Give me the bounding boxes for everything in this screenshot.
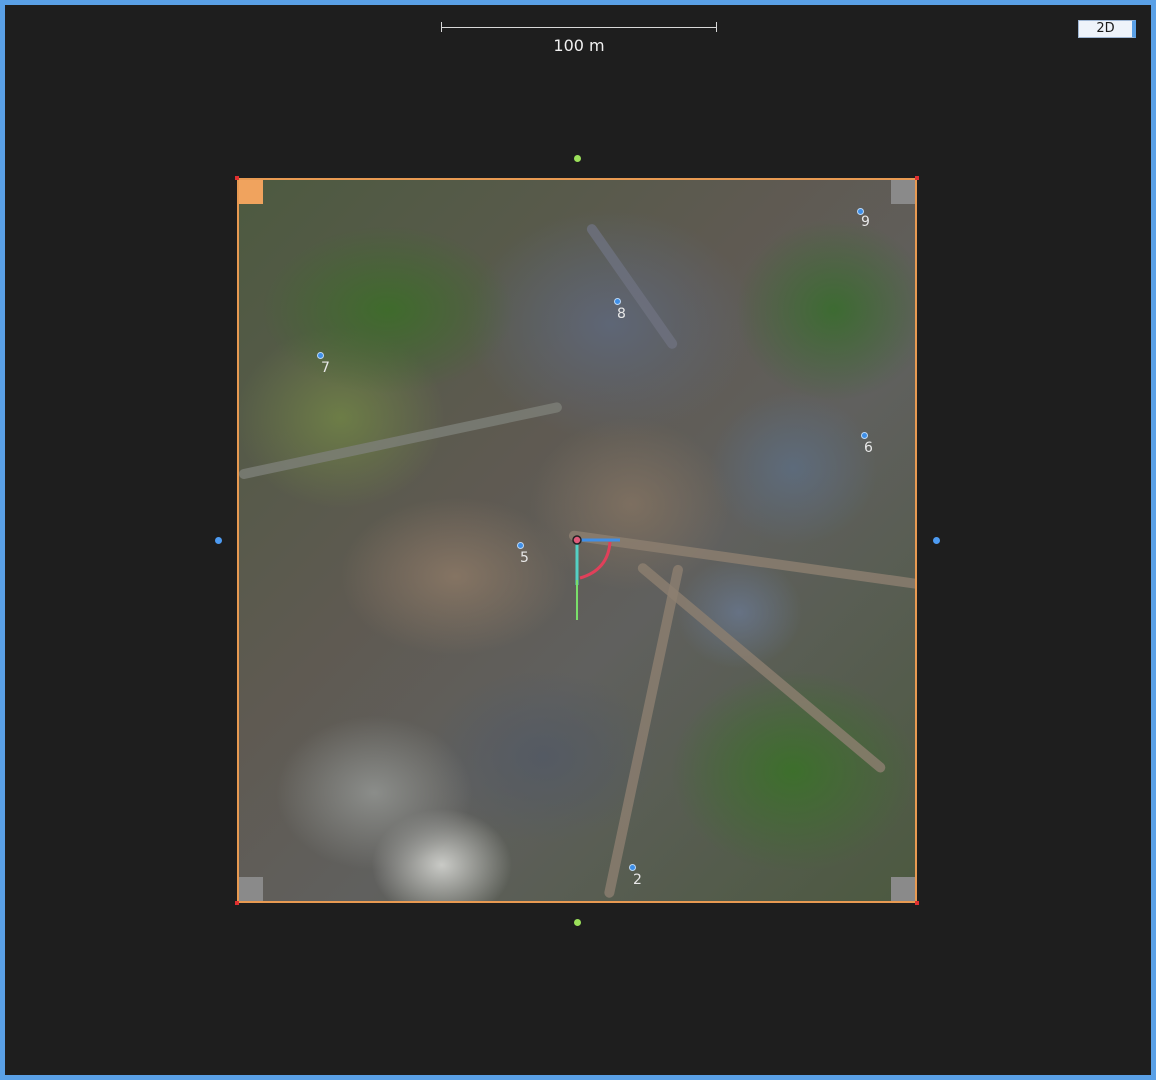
view-mode-toggle-button[interactable]: 2D <box>1078 20 1136 38</box>
gcp-marker-icon[interactable] <box>517 542 524 549</box>
gcp-label-7: 7 <box>321 360 330 376</box>
gcp-label-2: 2 <box>633 872 642 888</box>
corner-mark <box>915 901 919 905</box>
gcp-label-9: 9 <box>861 214 870 230</box>
bottom-resize-handle[interactable] <box>574 919 581 926</box>
selection-corner-top-left[interactable] <box>239 180 263 204</box>
gcp-marker-icon[interactable] <box>614 298 621 305</box>
right-resize-handle[interactable] <box>933 537 940 544</box>
transform-gizmo-icon[interactable] <box>560 520 640 620</box>
selection-corner-top-right[interactable] <box>891 180 915 204</box>
left-resize-handle[interactable] <box>215 537 222 544</box>
gcp-marker-icon[interactable] <box>317 352 324 359</box>
corner-mark <box>915 176 919 180</box>
selection-corner-bottom-right[interactable] <box>891 877 915 901</box>
gcp-label-8: 8 <box>617 306 626 322</box>
scale-bar-label: 100 m <box>553 36 605 55</box>
gcp-marker-icon[interactable] <box>861 432 868 439</box>
scale-bar <box>441 22 717 32</box>
selection-corner-bottom-left[interactable] <box>239 877 263 901</box>
corner-mark <box>235 176 239 180</box>
top-resize-handle[interactable] <box>574 155 581 162</box>
gcp-label-6: 6 <box>864 440 873 456</box>
gcp-label-5: 5 <box>520 550 529 566</box>
corner-mark <box>235 901 239 905</box>
gcp-marker-icon[interactable] <box>629 864 636 871</box>
